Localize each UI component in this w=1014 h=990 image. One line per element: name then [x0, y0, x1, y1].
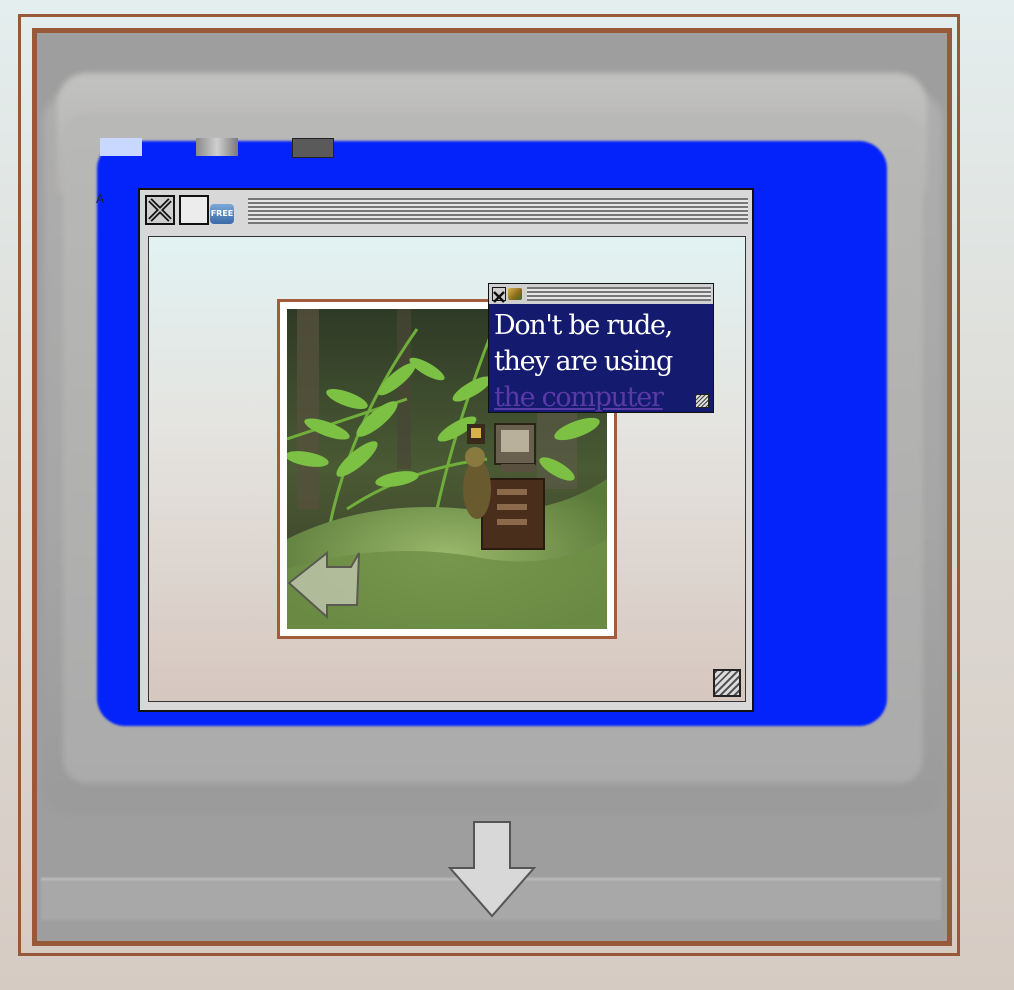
message-dialog: Don't be rude, they are using the comput… [488, 283, 714, 413]
close-icon[interactable] [492, 287, 506, 303]
zoom-box-icon[interactable] [179, 195, 209, 225]
dialog-message: Don't be rude, they are using the comput… [494, 308, 710, 416]
desktop-icon-image[interactable] [196, 138, 238, 156]
photo-window: FREE [138, 188, 754, 712]
window-titlebar[interactable]: FREE [140, 190, 752, 232]
titlebar-stripes[interactable] [527, 287, 711, 301]
close-icon[interactable] [145, 195, 175, 225]
computer-link[interactable]: the computer [494, 382, 664, 413]
stamp-icon [508, 288, 522, 300]
desktop-icon-home[interactable] [292, 138, 334, 158]
dialog-message-text: Don't be rude, they are using [494, 310, 673, 377]
desktop-icon-label: A [96, 192, 105, 206]
free-badge-icon: FREE [210, 204, 234, 224]
resize-grip-icon[interactable] [695, 394, 709, 408]
desktop-icon-file[interactable] [100, 138, 142, 156]
down-arrow-icon[interactable] [446, 820, 538, 920]
titlebar-stripes[interactable] [248, 198, 748, 224]
dialog-titlebar[interactable] [489, 284, 713, 304]
resize-grip-icon[interactable] [713, 669, 741, 697]
